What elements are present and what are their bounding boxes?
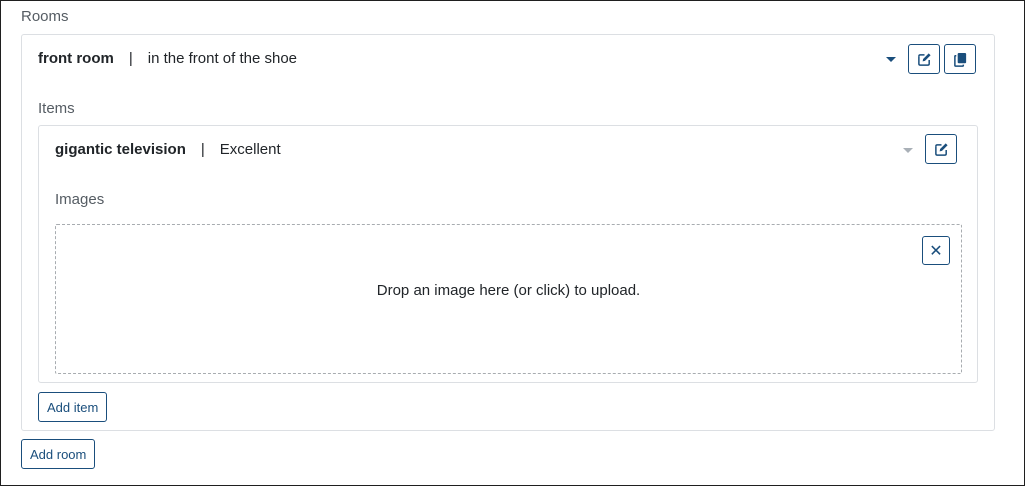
item-separator: | <box>200 141 205 158</box>
item-expand-caret-icon[interactable] <box>903 148 913 153</box>
item-condition: Excellent <box>219 141 281 158</box>
item-card: gigantic television | Excellent Images D… <box>38 125 978 383</box>
room-edit-button[interactable] <box>908 44 940 74</box>
room-separator: | <box>128 50 133 67</box>
dropzone-text: Drop an image here (or click) to upload. <box>376 282 641 299</box>
image-dropzone[interactable]: Drop an image here (or click) to upload.… <box>55 224 962 374</box>
rooms-label: Rooms <box>21 8 69 25</box>
room-card: front room | in the front of the shoe It… <box>21 34 995 431</box>
edit-icon <box>917 52 931 66</box>
room-name: front room <box>38 50 114 67</box>
room-description: in the front of the shoe <box>147 50 298 67</box>
edit-icon <box>934 142 948 156</box>
room-header: front room | in the front of the shoe <box>38 50 297 67</box>
room-copy-button[interactable] <box>944 44 976 74</box>
room-expand-caret-icon[interactable] <box>886 57 896 62</box>
copy-icon <box>953 52 966 67</box>
items-label: Items <box>38 100 75 117</box>
item-name: gigantic television <box>55 141 186 158</box>
close-icon: ✕ <box>929 242 943 260</box>
item-edit-button[interactable] <box>925 134 957 164</box>
add-item-button[interactable]: Add item <box>38 392 108 422</box>
add-room-button[interactable]: Add room <box>21 439 96 469</box>
images-label: Images <box>55 191 105 208</box>
item-header: gigantic television | Excellent <box>55 141 281 158</box>
dropzone-close-button[interactable]: ✕ <box>922 236 950 265</box>
